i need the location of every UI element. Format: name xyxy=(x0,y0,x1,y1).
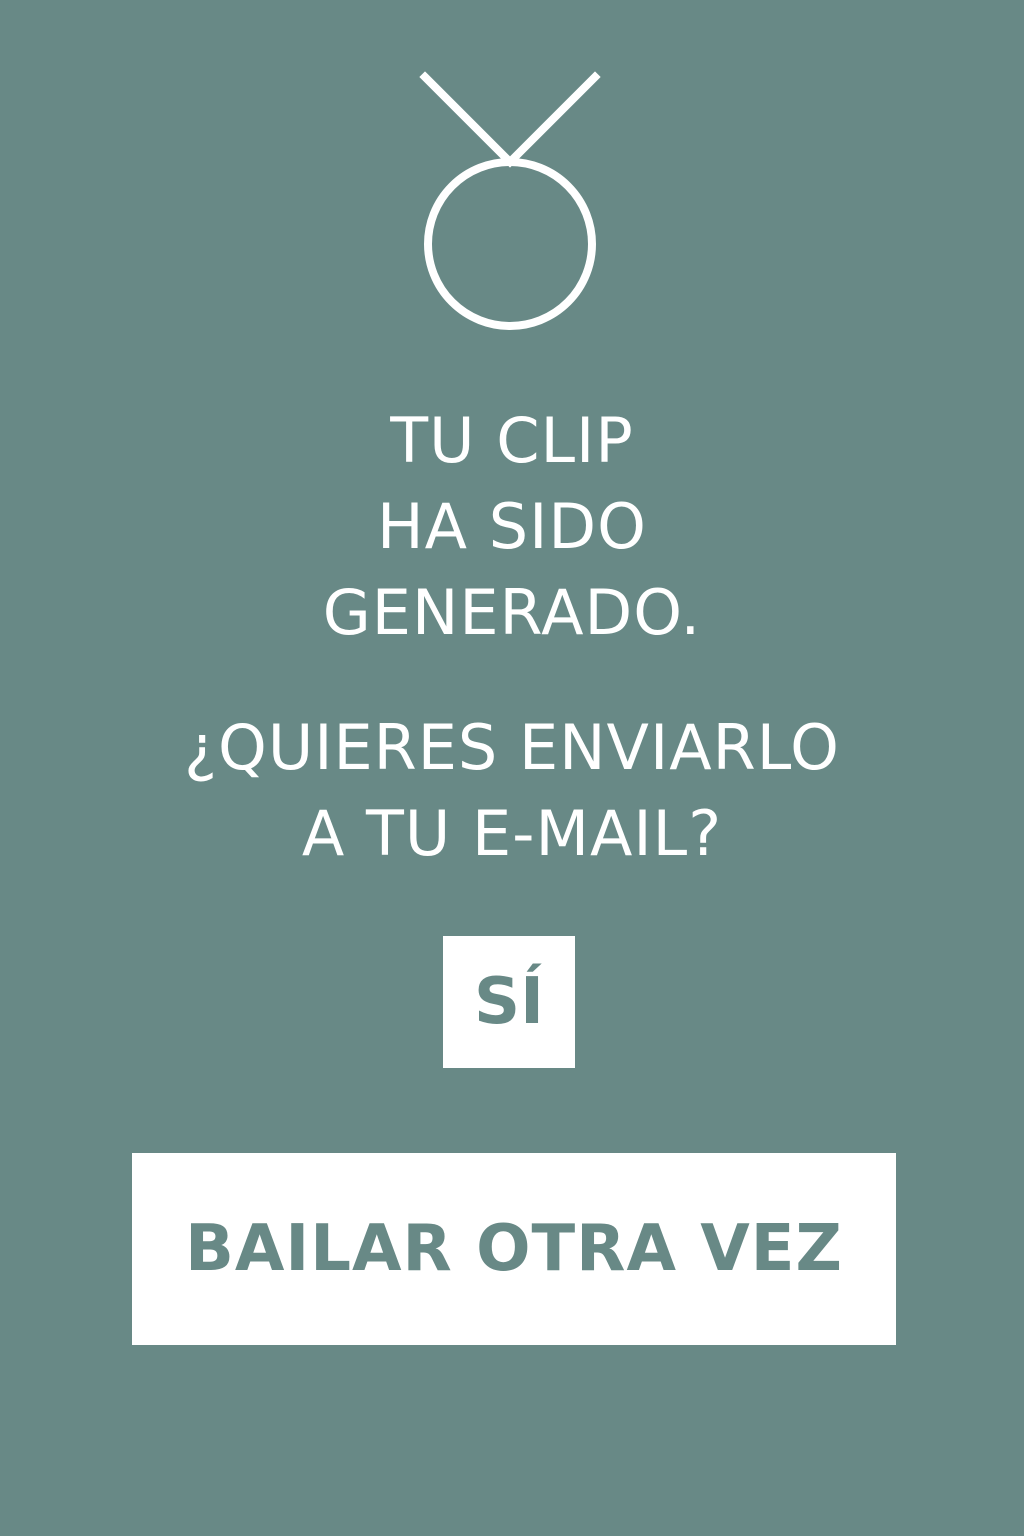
message-line: GENERADO. xyxy=(322,576,702,649)
send-email-question: ¿QUIERES ENVIARLO A TU E-MAIL? xyxy=(0,705,1024,877)
question-line: A TU E-MAIL? xyxy=(301,797,723,870)
yes-button[interactable]: SÍ xyxy=(443,936,575,1068)
clip-generated-message: TU CLIP HA SIDO GENERADO. xyxy=(0,398,1024,656)
message-line: HA SIDO xyxy=(377,490,647,563)
message-line: TU CLIP xyxy=(390,404,634,477)
taurus-symbol-icon xyxy=(419,71,601,330)
dance-again-button[interactable]: BAILAR OTRA VEZ xyxy=(132,1153,896,1345)
question-line: ¿QUIERES ENVIARLO xyxy=(184,711,840,784)
